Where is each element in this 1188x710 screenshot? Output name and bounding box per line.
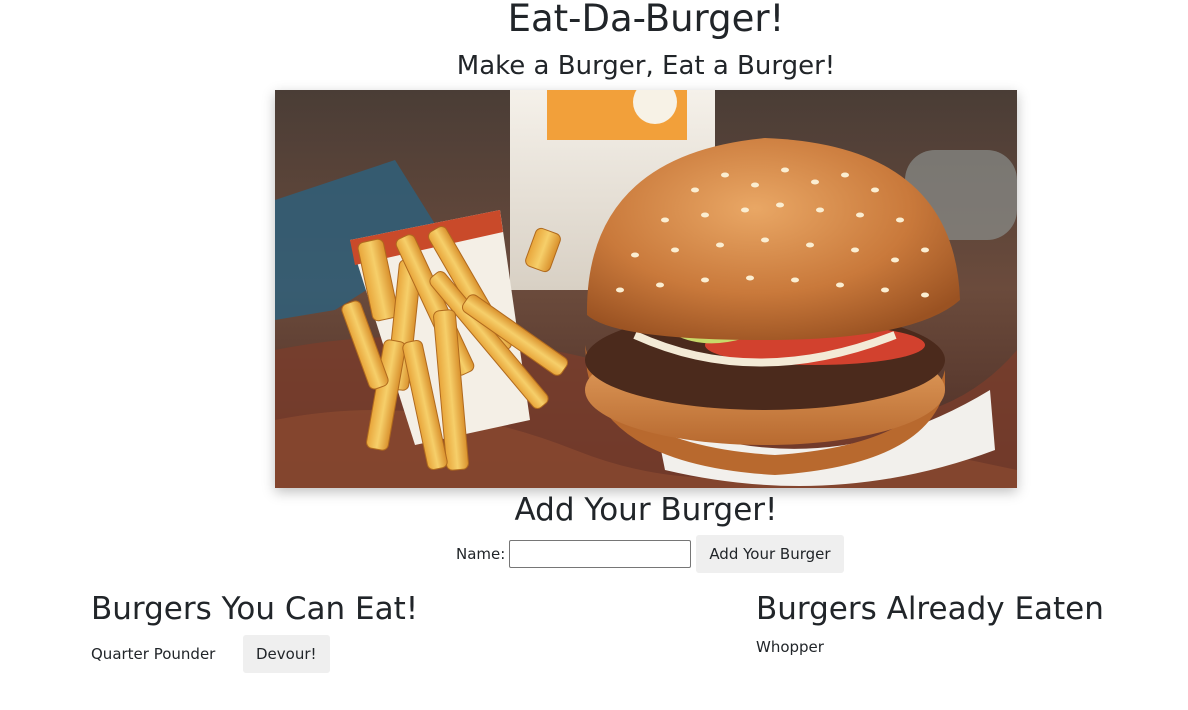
page-title: Eat-Da-Burger!	[507, 0, 785, 40]
page: Eat-Da-Burger! Make a Burger, Eat a Burg…	[0, 0, 1188, 710]
add-burger-heading: Add Your Burger!	[514, 492, 778, 528]
burger-hero-image	[275, 90, 1017, 488]
burgers-eaten-heading: Burgers Already Eaten	[756, 591, 1104, 627]
name-label: Name:	[456, 545, 506, 563]
add-burger-button[interactable]: Add Your Burger	[696, 535, 844, 573]
list-item: Whopper	[756, 637, 824, 657]
page-subtitle: Make a Burger, Eat a Burger!	[456, 51, 836, 81]
burger-name: Whopper	[756, 638, 824, 656]
add-burger-form: Name: Add Your Burger	[456, 535, 844, 573]
devour-button[interactable]: Devour!	[243, 635, 330, 673]
burgers-to-eat-heading: Burgers You Can Eat!	[91, 591, 419, 627]
burger-name-input[interactable]	[509, 540, 692, 568]
burger-name: Quarter Pounder	[91, 645, 216, 663]
list-item: Quarter Pounder Devour!	[91, 635, 330, 673]
